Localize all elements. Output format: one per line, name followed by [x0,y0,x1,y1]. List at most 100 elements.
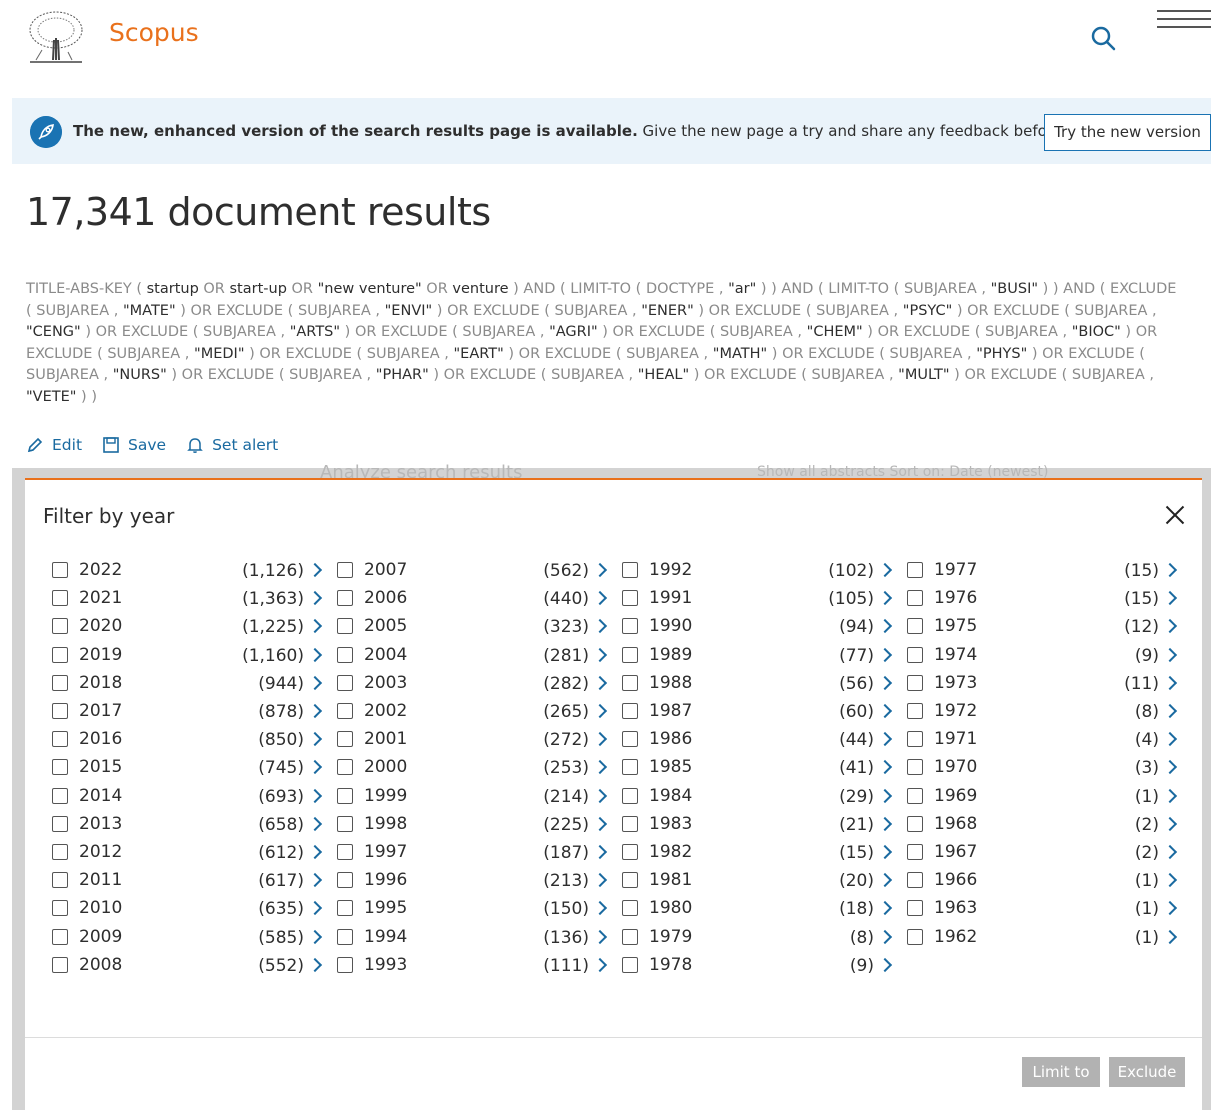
year-filter-row[interactable]: 1977 (15) [907,560,1177,588]
chevron-right-icon[interactable] [878,616,892,636]
year-checkbox[interactable] [52,646,68,663]
chevron-right-icon[interactable] [878,701,892,721]
chevron-right-icon[interactable] [1163,616,1177,636]
chevron-right-icon[interactable] [308,842,322,862]
year-filter-row[interactable]: 1966 (1) [907,870,1177,898]
chevron-right-icon[interactable] [1163,842,1177,862]
chevron-right-icon[interactable] [308,786,322,806]
chevron-right-icon[interactable] [878,560,892,580]
year-checkbox[interactable] [622,759,638,776]
chevron-right-icon[interactable] [1163,786,1177,806]
year-checkbox[interactable] [337,759,353,776]
year-filter-row[interactable]: 2005 (323) [337,616,607,644]
year-checkbox[interactable] [907,703,923,719]
year-checkbox[interactable] [622,928,638,945]
year-filter-row[interactable]: 2022 (1,126) [52,560,322,588]
edit-button[interactable]: Edit [26,436,82,454]
chevron-right-icon[interactable] [1163,814,1177,834]
chevron-right-icon[interactable] [878,927,892,947]
year-filter-row[interactable]: 2011 (617) [52,870,322,898]
year-checkbox[interactable] [52,928,68,945]
year-checkbox[interactable] [622,618,638,635]
year-filter-row[interactable]: 2006 (440) [337,588,607,616]
year-checkbox[interactable] [907,872,923,889]
year-checkbox[interactable] [52,787,68,804]
year-checkbox[interactable] [907,900,923,917]
year-filter-row[interactable]: 2017 (878) [52,701,322,729]
year-filter-row[interactable]: 1991 (105) [622,588,892,616]
year-checkbox[interactable] [907,562,923,578]
chevron-right-icon[interactable] [593,870,607,890]
year-checkbox[interactable] [907,928,923,945]
year-filter-row[interactable]: 2018 (944) [52,673,322,701]
chevron-right-icon[interactable] [878,588,892,608]
exclude-button[interactable]: Exclude [1109,1057,1185,1087]
year-filter-row[interactable]: 1988 (56) [622,673,892,701]
year-checkbox[interactable] [622,844,638,860]
chevron-right-icon[interactable] [593,701,607,721]
chevron-right-icon[interactable] [1163,588,1177,608]
year-checkbox[interactable] [907,646,923,663]
year-filter-row[interactable]: 1973 (11) [907,673,1177,701]
chevron-right-icon[interactable] [593,673,607,693]
year-filter-row[interactable]: 1996 (213) [337,870,607,898]
year-checkbox[interactable] [337,872,353,889]
year-checkbox[interactable] [52,815,68,832]
year-checkbox[interactable] [622,590,638,607]
year-filter-row[interactable]: 1972 (8) [907,701,1177,729]
chevron-right-icon[interactable] [878,814,892,834]
close-icon[interactable] [1164,504,1186,526]
year-checkbox[interactable] [52,590,68,607]
year-filter-row[interactable]: 1963 (1) [907,898,1177,926]
year-filter-row[interactable]: 1976 (15) [907,588,1177,616]
year-filter-row[interactable]: 1970 (3) [907,757,1177,785]
year-checkbox[interactable] [52,759,68,776]
year-checkbox[interactable] [52,872,68,889]
chevron-right-icon[interactable] [308,588,322,608]
chevron-right-icon[interactable] [593,814,607,834]
year-filter-row[interactable]: 2010 (635) [52,898,322,926]
year-checkbox[interactable] [337,787,353,804]
year-checkbox[interactable] [337,646,353,663]
chevron-right-icon[interactable] [1163,729,1177,749]
year-filter-row[interactable]: 1982 (15) [622,842,892,870]
chevron-right-icon[interactable] [878,842,892,862]
year-filter-row[interactable]: 2007 (562) [337,560,607,588]
year-filter-row[interactable]: 1984 (29) [622,786,892,814]
year-filter-row[interactable]: 1989 (77) [622,645,892,673]
year-filter-row[interactable]: 1978 (9) [622,955,892,983]
chevron-right-icon[interactable] [593,616,607,636]
brand-name[interactable]: Scopus [109,18,199,47]
search-icon[interactable] [1089,24,1117,52]
chevron-right-icon[interactable] [1163,927,1177,947]
year-checkbox[interactable] [337,956,353,973]
chevron-right-icon[interactable] [878,645,892,665]
year-filter-row[interactable]: 1986 (44) [622,729,892,757]
year-filter-row[interactable]: 1990 (94) [622,616,892,644]
chevron-right-icon[interactable] [593,729,607,749]
year-filter-row[interactable]: 2008 (552) [52,955,322,983]
chevron-right-icon[interactable] [878,955,892,975]
chevron-right-icon[interactable] [593,786,607,806]
year-checkbox[interactable] [907,759,923,776]
chevron-right-icon[interactable] [1163,560,1177,580]
year-filter-row[interactable]: 2020 (1,225) [52,616,322,644]
year-checkbox[interactable] [907,815,923,832]
chevron-right-icon[interactable] [308,673,322,693]
year-filter-row[interactable]: 1994 (136) [337,927,607,955]
year-checkbox[interactable] [622,815,638,832]
year-checkbox[interactable] [52,674,68,691]
year-checkbox[interactable] [52,731,68,748]
chevron-right-icon[interactable] [1163,898,1177,918]
year-checkbox[interactable] [337,590,353,607]
year-checkbox[interactable] [337,844,353,860]
year-filter-row[interactable]: 1967 (2) [907,842,1177,870]
chevron-right-icon[interactable] [308,757,322,777]
chevron-right-icon[interactable] [878,757,892,777]
chevron-right-icon[interactable] [593,955,607,975]
year-filter-row[interactable]: 1980 (18) [622,898,892,926]
year-checkbox[interactable] [907,590,923,607]
chevron-right-icon[interactable] [308,870,322,890]
year-checkbox[interactable] [907,844,923,860]
year-checkbox[interactable] [52,618,68,635]
